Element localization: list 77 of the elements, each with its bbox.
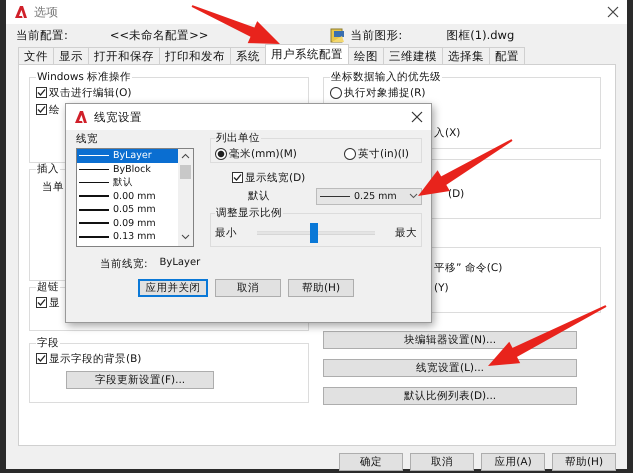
tab[interactable]: 打开和保存 xyxy=(88,47,160,64)
checkbox[interactable] xyxy=(36,87,47,98)
profile-label: 当前配置: xyxy=(16,28,68,42)
checkbox[interactable] xyxy=(36,297,47,308)
tab[interactable]: 绘图 xyxy=(348,47,384,64)
field-update-button[interactable]: 字段更新设置(F)... xyxy=(66,371,214,389)
current-lineweight-label: 当前线宽: xyxy=(100,257,148,271)
list-item[interactable]: 0.13 mm xyxy=(77,230,178,244)
drawing-file-icon xyxy=(330,28,346,42)
checkbox-label: 显示字段的背景(B) xyxy=(49,352,142,366)
option-label: (Y) xyxy=(434,281,449,296)
field-label: 当单 xyxy=(42,180,64,194)
group-title: 超链 xyxy=(36,281,60,294)
dialog-button[interactable]: 确定 xyxy=(339,453,403,471)
default-lineweight-dropdown[interactable]: 0.25 mm xyxy=(316,188,422,204)
tab[interactable]: 三维建模 xyxy=(383,47,443,64)
tab[interactable]: 用户系统配置 xyxy=(265,44,349,64)
checkbox[interactable] xyxy=(36,104,47,115)
list-item[interactable]: 默认 xyxy=(77,176,178,190)
list-label: 线宽 xyxy=(76,132,99,147)
dialog-button[interactable]: 帮助(H) xyxy=(288,279,354,297)
slider-min-label: 最小 xyxy=(215,226,237,240)
option-label: 入(X) xyxy=(434,126,460,141)
group-title: Windows 标准操作 xyxy=(36,71,132,84)
option-label: 平移” 命令(C) xyxy=(434,261,502,276)
list-item[interactable]: ByBlock xyxy=(77,162,178,176)
slider-thumb[interactable] xyxy=(310,223,318,243)
list-item[interactable]: 0.00 mm xyxy=(77,190,178,203)
dialog-button[interactable]: 取消 xyxy=(215,279,281,297)
tab[interactable]: 系统 xyxy=(230,47,266,64)
default-label: 默认 xyxy=(248,189,270,203)
checkbox-label: 绘 xyxy=(49,102,60,116)
radio-button[interactable] xyxy=(330,86,342,98)
checkbox[interactable] xyxy=(232,172,243,183)
chevron-down-icon xyxy=(409,193,418,199)
group-title: 列出单位 xyxy=(215,132,261,145)
close-icon[interactable] xyxy=(607,6,619,18)
tab[interactable]: 配置 xyxy=(489,47,525,64)
tab[interactable]: 显示 xyxy=(53,47,89,64)
list-item[interactable]: 0.09 mm xyxy=(77,216,178,230)
checkbox-label: 双击进行编辑(O) xyxy=(49,86,132,100)
checkbox[interactable] xyxy=(36,353,47,364)
profile-name: <<未命名配置>> xyxy=(110,28,208,42)
dialog-button[interactable]: 应用并关闭 xyxy=(138,279,208,297)
radio-label: 英寸(in)(I) xyxy=(358,146,409,160)
list-item[interactable]: ByLayer xyxy=(77,149,178,162)
close-icon[interactable] xyxy=(411,111,423,123)
settings-button[interactable]: 线宽设置(L)... xyxy=(323,359,577,377)
radio-label: 毫米(mm)(M) xyxy=(229,146,297,160)
tab[interactable]: 文件 xyxy=(18,47,54,64)
scrollbar[interactable] xyxy=(178,149,193,246)
checkbox-label: 显示线宽(D) xyxy=(245,170,306,184)
drawing-label: 当前图形: xyxy=(350,28,402,42)
group-title: 坐标数据输入的优先级 xyxy=(330,71,442,84)
dialog-title: 线宽设置 xyxy=(94,110,142,124)
checkbox-label: 显 xyxy=(49,296,60,310)
app-logo-icon xyxy=(14,5,28,19)
group-title: 调整显示比例 xyxy=(215,207,283,220)
group-title: 字段 xyxy=(36,337,60,350)
dialog-button[interactable]: 帮助(H) xyxy=(552,453,616,471)
slider-max-label: 最大 xyxy=(395,226,417,240)
drawing-name: 图框(1).dwg xyxy=(446,28,514,42)
tab[interactable]: 打印和发布 xyxy=(159,47,231,64)
group-title: 插入 xyxy=(36,163,60,176)
radio-label: 执行对象捕捉(R) xyxy=(344,86,426,100)
list-item[interactable]: 0.05 mm xyxy=(77,203,178,216)
radio-button[interactable] xyxy=(215,148,227,160)
settings-button[interactable]: 块编辑器设置(N)... xyxy=(323,331,577,349)
window-title: 选项 xyxy=(34,4,58,20)
radio-button[interactable] xyxy=(344,148,356,160)
dialog-button[interactable]: 应用(A) xyxy=(481,453,545,471)
tab[interactable]: 选择集 xyxy=(442,47,490,64)
dialog-button[interactable]: 取消 xyxy=(410,453,474,471)
current-lineweight-value: ByLayer xyxy=(160,257,200,270)
settings-button[interactable]: 默认比例列表(D)... xyxy=(323,387,577,405)
app-logo-icon xyxy=(74,110,88,124)
option-label: (D) xyxy=(448,187,464,202)
